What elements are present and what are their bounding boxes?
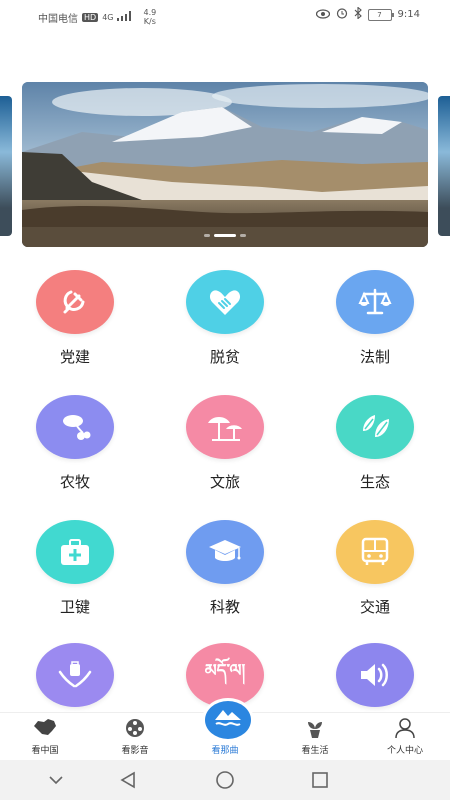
nav-label: 看那曲: [211, 746, 239, 756]
battery-level: 7: [377, 10, 382, 19]
nav-item-profile[interactable]: 个人中心: [360, 713, 450, 761]
tile-agriculture[interactable]: 农牧: [15, 395, 135, 492]
tibetan-text: མདོ་ལ།: [204, 661, 246, 681]
banner-next-peek[interactable]: [438, 96, 450, 236]
carrier-label: 中国电信: [38, 13, 78, 25]
home-icon[interactable]: [205, 768, 245, 792]
nav-label: 看中国: [31, 746, 59, 756]
tile-label: 生态: [359, 473, 390, 491]
tile-broadcast[interactable]: [315, 643, 435, 719]
recents-icon[interactable]: [300, 768, 340, 792]
bluetooth-icon: [354, 6, 362, 22]
naqu-center-button[interactable]: [202, 698, 254, 742]
hd-badge: HD: [82, 12, 99, 22]
nav-label: 个人中心: [386, 746, 423, 756]
alarm-icon: [336, 7, 348, 22]
tile-science-education[interactable]: 科教: [165, 520, 285, 617]
graduation-cap-icon: [186, 520, 264, 584]
tile-legal[interactable]: 法制: [315, 270, 435, 367]
tile-label: 农牧: [59, 473, 90, 491]
mountain-landscape-image: [22, 82, 428, 247]
beach-umbrella-icon: [186, 395, 264, 459]
tile-label: 脱贫: [209, 348, 240, 366]
plant-pot-icon: [270, 717, 360, 741]
hands-bag-icon: [36, 643, 114, 707]
back-icon[interactable]: [108, 768, 148, 792]
clock: 9:14: [397, 9, 420, 20]
medical-kit-icon: [36, 520, 114, 584]
tile-transport[interactable]: 交通: [315, 520, 435, 617]
tile-culture-tourism[interactable]: 文旅: [165, 395, 285, 492]
status-bar: 中国电信 HD 4G 4.9 K/s 7 9:14: [0, 0, 450, 30]
carousel-indicator: [22, 234, 428, 237]
battery-icon: 7: [367, 8, 394, 21]
tile-label: 法制: [359, 348, 390, 366]
nav-label: 看影音: [121, 746, 149, 756]
nav-label: 看生活: [301, 746, 329, 756]
mountain-lake-icon: [213, 706, 243, 734]
status-right: 7 9:14: [315, 6, 420, 22]
status-left: 中国电信 HD 4G 4.9 K/s: [38, 8, 156, 26]
heart-hands-icon: [186, 270, 264, 334]
banner-carousel[interactable]: [0, 82, 450, 247]
china-map-icon: [0, 717, 90, 741]
system-nav-bar: [0, 760, 450, 800]
user-icon: [360, 717, 450, 741]
banner-prev-peek[interactable]: [0, 96, 12, 236]
carousel-dot[interactable]: [240, 234, 246, 237]
tile-label: 党建: [59, 348, 90, 366]
nav-item-life[interactable]: 看生活: [270, 713, 360, 761]
carousel-dot-active[interactable]: [214, 234, 236, 237]
speaker-icon: [336, 643, 414, 707]
network-speed: 4.9 K/s: [143, 8, 156, 26]
nav-item-china[interactable]: 看中国: [0, 713, 90, 761]
tile-label: 文旅: [209, 473, 240, 491]
eye-icon: [315, 8, 330, 22]
tile-label: 交通: [359, 598, 390, 616]
leaves-icon: [336, 395, 414, 459]
banner-slide[interactable]: [22, 82, 428, 247]
signal-icon: [117, 10, 133, 24]
cattle-icon: [36, 395, 114, 459]
scales-icon: [336, 270, 414, 334]
speed-unit: K/s: [143, 17, 156, 26]
tile-ecology[interactable]: 生态: [315, 395, 435, 492]
tile-poverty-alleviation[interactable]: 脱贫: [165, 270, 285, 367]
tile-party-building[interactable]: 党建: [15, 270, 135, 367]
speed-value: 4.9: [143, 8, 157, 17]
tile-welfare[interactable]: [15, 643, 135, 719]
tile-label: 卫键: [59, 598, 90, 616]
tile-health[interactable]: 卫键: [15, 520, 135, 617]
film-reel-icon: [90, 717, 180, 741]
hammer-sickle-icon: [36, 270, 114, 334]
bus-icon: [336, 520, 414, 584]
nav-item-media[interactable]: 看影音: [90, 713, 180, 761]
collapse-icon[interactable]: [36, 768, 76, 792]
carousel-dot[interactable]: [204, 234, 210, 237]
network-type: 4G: [102, 12, 114, 22]
tile-label: 科教: [209, 598, 240, 616]
